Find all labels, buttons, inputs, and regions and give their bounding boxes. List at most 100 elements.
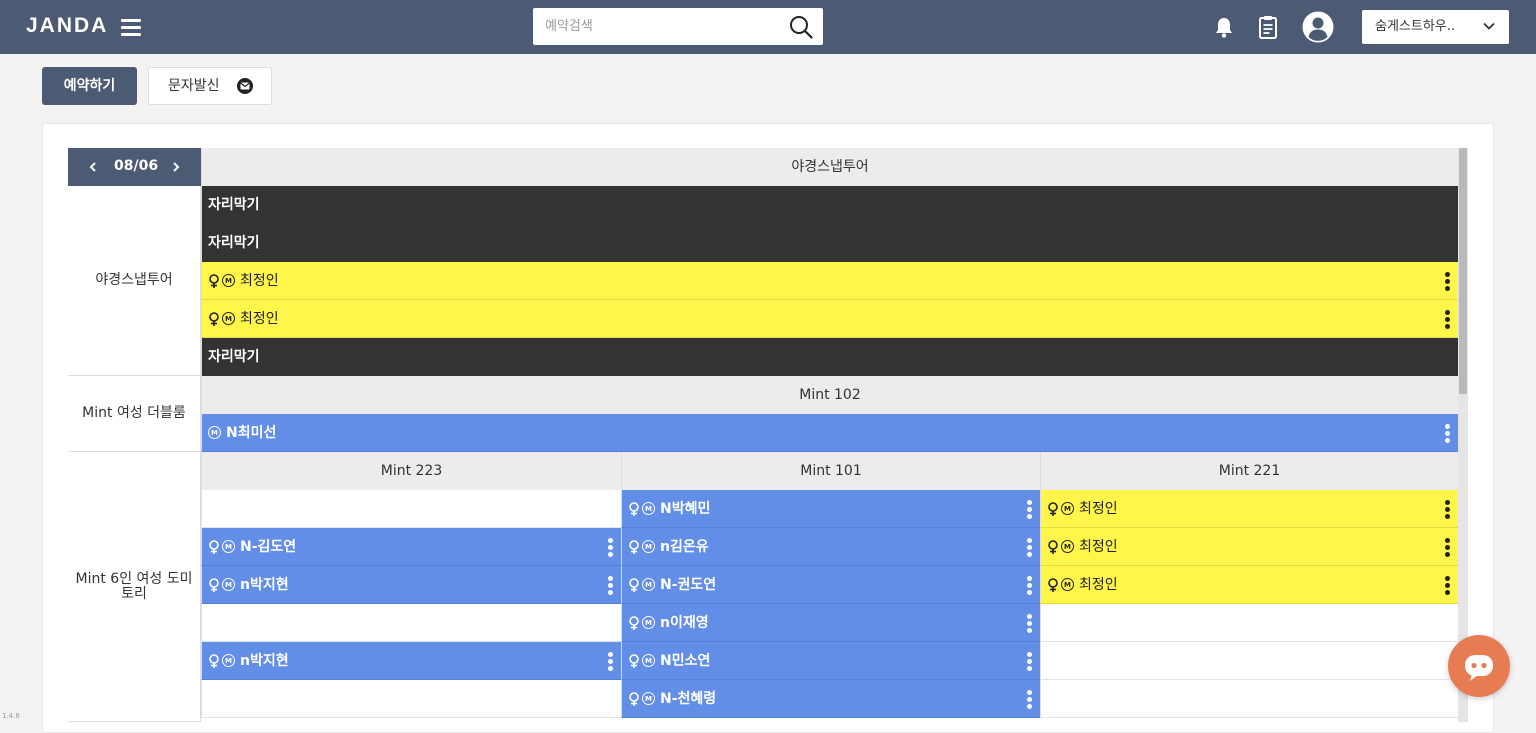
blocked-label: 자리막기 (208, 235, 260, 251)
female-icon (209, 540, 219, 554)
empty-slot[interactable] (1040, 604, 1458, 642)
empty-slot[interactable] (1040, 642, 1458, 680)
top-bar: JANDA 숨게스트하우.. (0, 0, 1536, 54)
kebab-icon[interactable] (1445, 538, 1450, 557)
booking-slot[interactable]: M N박혜민 (621, 490, 1040, 528)
member-icon: M (222, 653, 235, 667)
bed-header: Mint 223 (201, 452, 621, 490)
empty-slot[interactable] (1040, 680, 1458, 718)
bed-header: Mint 101 (621, 452, 1040, 490)
mail-icon (237, 78, 253, 94)
reservation-grid: 08/06 야경스냅투어 야경스냅투어 자리막기 자리막기 M 최정인 M 최정인 … (68, 148, 1458, 722)
female-icon (209, 654, 219, 668)
member-icon: M (208, 425, 221, 439)
female-icon (629, 578, 639, 592)
search-input[interactable] (533, 8, 783, 45)
reserve-button[interactable]: 예약하기 (42, 67, 137, 105)
female-icon (1048, 540, 1058, 554)
member-icon: M (642, 577, 655, 591)
guest-name: 최정인 (1079, 501, 1118, 517)
guest-name: N박혜민 (660, 501, 711, 517)
member-icon: M (222, 577, 235, 591)
booking-slot[interactable]: M 최정인 (1040, 566, 1458, 604)
guest-name: n김온유 (660, 539, 709, 555)
chat-icon (1465, 655, 1493, 681)
menu-icon[interactable] (121, 18, 143, 36)
kebab-icon[interactable] (1445, 310, 1450, 329)
kebab-icon[interactable] (1445, 576, 1450, 595)
bed-header: Mint 221 (1040, 452, 1458, 490)
female-icon (629, 540, 639, 554)
house-name: 숨게스트하우.. (1375, 19, 1456, 34)
female-icon (629, 616, 639, 630)
kebab-icon[interactable] (1027, 538, 1032, 557)
scrollbar-thumb[interactable] (1459, 148, 1467, 394)
chevron-left-icon[interactable] (86, 158, 100, 176)
blocked-slot[interactable]: 자리막기 (201, 224, 1458, 262)
send-sms-button[interactable]: 문자발신 (148, 67, 272, 105)
kebab-icon[interactable] (1445, 272, 1450, 291)
guest-name: 최정인 (1079, 577, 1118, 593)
female-icon (629, 654, 639, 668)
booking-slot[interactable]: M N-김도연 (201, 528, 621, 566)
booking-slot[interactable]: Mn박지현 (201, 566, 621, 604)
booking-slot[interactable]: M N-권도연 (621, 566, 1040, 604)
send-sms-label: 문자발신 (168, 78, 220, 94)
booking-slot[interactable]: M N-천혜령 (621, 680, 1040, 718)
booking-slot[interactable]: M 최정인 (201, 300, 1458, 338)
kebab-icon[interactable] (608, 576, 613, 595)
clipboard-icon[interactable] (1253, 12, 1283, 42)
female-icon (209, 274, 219, 288)
user-icon[interactable] (1302, 11, 1334, 43)
search-icon[interactable] (789, 15, 813, 39)
booking-slot[interactable]: M N민소연 (621, 642, 1040, 680)
guest-name: 최정인 (240, 273, 279, 289)
member-icon: M (1061, 577, 1074, 591)
booking-slot[interactable]: M 최정인 (1040, 528, 1458, 566)
booking-slot[interactable]: M N최미선 (201, 414, 1458, 452)
bed-header: Mint 102 (201, 376, 1458, 414)
room-label: Mint 여성 더블룸 (68, 376, 201, 452)
empty-slot[interactable] (201, 680, 621, 718)
room-label: Mint 6인 여성 도미토리 (68, 452, 201, 722)
empty-slot[interactable] (201, 604, 621, 642)
kebab-icon[interactable] (1027, 500, 1032, 519)
blocked-slot[interactable]: 자리막기 (201, 186, 1458, 224)
bell-icon[interactable] (1209, 12, 1239, 42)
member-icon: M (642, 615, 655, 629)
member-icon: M (222, 273, 235, 287)
chat-button[interactable] (1448, 635, 1510, 697)
current-date[interactable]: 08/06 (114, 158, 158, 174)
kebab-icon[interactable] (1027, 652, 1032, 671)
female-icon (209, 578, 219, 592)
guest-name: 최정인 (240, 311, 279, 327)
female-icon (1048, 578, 1058, 592)
kebab-icon[interactable] (1445, 424, 1450, 443)
blocked-slot[interactable]: 자리막기 (201, 338, 1458, 376)
guest-name: N최미선 (226, 425, 277, 441)
kebab-icon[interactable] (1027, 614, 1032, 633)
logo[interactable]: JANDA (26, 14, 108, 38)
booking-slot[interactable]: M 최정인 (1040, 490, 1458, 528)
kebab-icon[interactable] (1027, 576, 1032, 595)
member-icon: M (642, 501, 655, 515)
booking-slot[interactable]: M 최정인 (201, 262, 1458, 300)
guest-name: N-천혜령 (660, 691, 717, 707)
booking-slot[interactable]: Mn박지현 (201, 642, 621, 680)
date-navigator: 08/06 (68, 148, 201, 186)
kebab-icon[interactable] (1445, 500, 1450, 519)
female-icon (629, 502, 639, 516)
booking-slot[interactable]: Mn이재영 (621, 604, 1040, 642)
blocked-label: 자리막기 (208, 349, 260, 365)
house-selector[interactable]: 숨게스트하우.. (1362, 10, 1509, 44)
booking-slot[interactable]: Mn김온유 (621, 528, 1040, 566)
chevron-right-icon[interactable] (169, 158, 183, 176)
empty-slot[interactable] (201, 490, 621, 528)
member-icon: M (222, 539, 235, 553)
member-icon: M (1061, 539, 1074, 553)
version-label: 1.4.8 (2, 712, 20, 720)
kebab-icon[interactable] (608, 538, 613, 557)
kebab-icon[interactable] (1027, 690, 1032, 709)
female-icon (629, 692, 639, 706)
kebab-icon[interactable] (608, 652, 613, 671)
